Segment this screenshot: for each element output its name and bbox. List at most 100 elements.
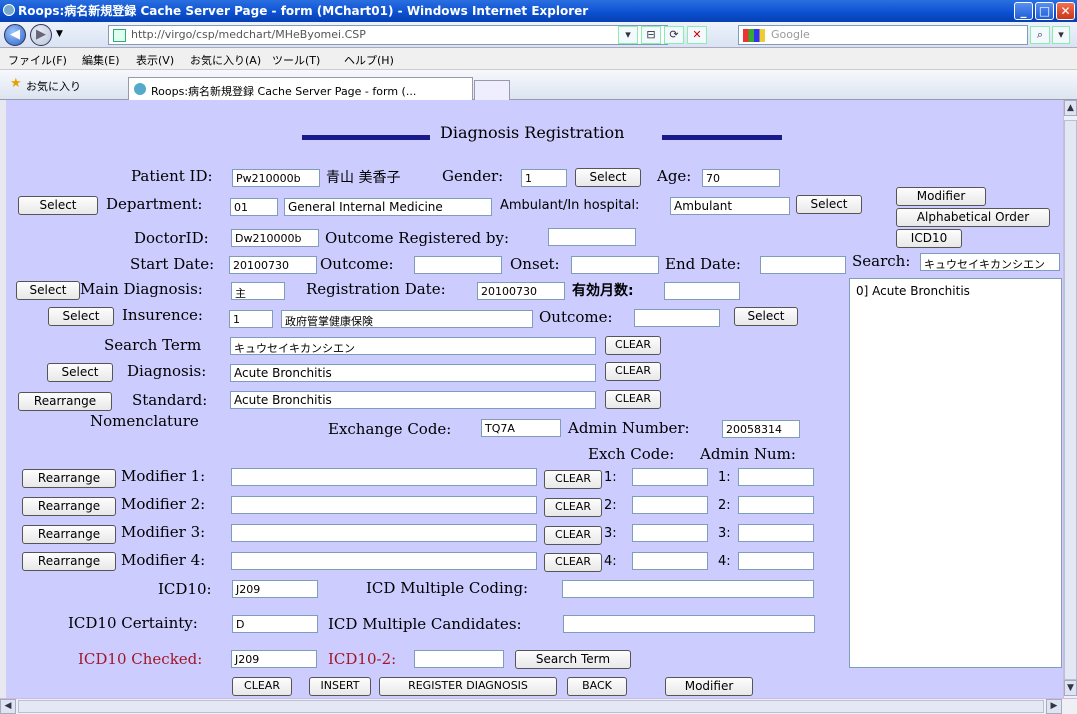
ambulant-field[interactable]: Ambulant bbox=[670, 197, 790, 215]
browser-tab[interactable]: Roops:病名新規登録 Cache Server Page - form (.… bbox=[128, 77, 473, 100]
menu-favorites[interactable]: お気に入り(A) bbox=[190, 52, 261, 68]
list-item[interactable]: 0] Acute Bronchitis bbox=[856, 284, 1055, 298]
menu-view[interactable]: 表示(V) bbox=[136, 52, 174, 68]
icd10-checked-field[interactable]: J209 bbox=[231, 650, 317, 668]
modifier-1-rearrange-button[interactable]: Rearrange bbox=[22, 469, 116, 488]
modifier-3-field[interactable] bbox=[231, 524, 537, 542]
horizontal-scrollbar[interactable]: ◀ ▶ bbox=[0, 698, 1077, 714]
minimize-icon[interactable]: _ bbox=[1014, 2, 1033, 20]
menu-tools[interactable]: ツール(T) bbox=[272, 52, 320, 68]
search-icon[interactable]: ⌕ bbox=[1030, 26, 1050, 44]
registration-date-field[interactable]: 20100730 bbox=[477, 282, 565, 300]
insurance-select-button[interactable]: Select bbox=[48, 307, 114, 326]
modifier-1-field[interactable] bbox=[231, 468, 537, 486]
scroll-right-icon[interactable]: ▶ bbox=[1046, 699, 1062, 714]
diagnosis-field[interactable]: Acute Bronchitis bbox=[230, 364, 596, 382]
vertical-scroll-thumb[interactable] bbox=[1064, 120, 1077, 680]
diagnosis-select-button[interactable]: Select bbox=[47, 363, 113, 382]
menu-edit[interactable]: 編集(E) bbox=[82, 52, 120, 68]
close-icon[interactable]: ✕ bbox=[1056, 2, 1075, 20]
department-code-field[interactable]: 01 bbox=[230, 198, 278, 216]
back-arrow-icon[interactable]: ◀ bbox=[4, 24, 26, 46]
icd10-certainty-field[interactable]: D bbox=[232, 615, 318, 633]
valid-months-field[interactable] bbox=[664, 282, 740, 300]
doctor-id-field[interactable]: Dw210000b bbox=[231, 229, 319, 247]
compat-view-icon[interactable]: ⊟ bbox=[641, 26, 661, 44]
insurance-name-field[interactable]: 政府管掌健康保険 bbox=[281, 310, 533, 328]
search-term-button[interactable]: Search Term bbox=[515, 650, 631, 669]
search-field[interactable]: キュウセイキカンシエン bbox=[920, 253, 1060, 271]
modifier-3-rearrange-button[interactable]: Rearrange bbox=[22, 525, 116, 544]
modifier-4-clear-button[interactable]: CLEAR bbox=[544, 553, 602, 572]
main-diagnosis-field[interactable]: 主 bbox=[231, 282, 285, 300]
scroll-up-icon[interactable]: ▲ bbox=[1064, 100, 1077, 116]
insert-button[interactable]: INSERT bbox=[309, 677, 371, 696]
patient-id-field[interactable]: Pw210000b bbox=[232, 169, 320, 187]
modifier-3-clear-button[interactable]: CLEAR bbox=[544, 526, 602, 545]
menu-help[interactable]: ヘルプ(H) bbox=[344, 52, 394, 68]
star-icon[interactable]: ★ bbox=[10, 76, 22, 91]
search-options-icon[interactable]: ▾ bbox=[1052, 26, 1070, 44]
modifier-4-exch-field[interactable] bbox=[632, 552, 708, 570]
maximize-icon[interactable]: □ bbox=[1035, 2, 1054, 20]
modifier-2-rearrange-button[interactable]: Rearrange bbox=[22, 497, 116, 516]
outcome-select-button[interactable]: Select bbox=[734, 307, 798, 326]
favorites-button[interactable]: お気に入り bbox=[26, 78, 81, 94]
search-term-clear-button[interactable]: CLEAR bbox=[605, 336, 661, 355]
modifier-3-admin-field[interactable] bbox=[738, 524, 814, 542]
clear-all-button[interactable]: CLEAR bbox=[232, 677, 292, 696]
search-results-list[interactable]: 0] Acute Bronchitis bbox=[849, 278, 1062, 668]
back-button[interactable]: BACK bbox=[567, 677, 627, 696]
web-search-input[interactable]: Google bbox=[738, 25, 1028, 45]
modifier-2-exch-field[interactable] bbox=[632, 496, 708, 514]
address-dropdown-icon[interactable]: ▾ bbox=[618, 26, 638, 44]
search-term-field[interactable]: キュウセイキカンシエン bbox=[230, 337, 596, 355]
modifier-4-field[interactable] bbox=[231, 552, 537, 570]
vertical-scrollbar[interactable]: ▲ ▼ bbox=[1063, 100, 1077, 698]
register-diagnosis-button[interactable]: REGISTER DIAGNOSIS bbox=[379, 677, 557, 696]
forward-arrow-icon[interactable]: ▶ bbox=[30, 24, 52, 46]
main-diagnosis-select-button[interactable]: Select bbox=[16, 281, 80, 300]
standard-rearrange-button[interactable]: Rearrange bbox=[18, 392, 112, 411]
insurance-outcome-field[interactable] bbox=[634, 309, 720, 327]
outcome-registered-field[interactable] bbox=[548, 228, 636, 246]
onset-field[interactable] bbox=[571, 256, 659, 274]
refresh-icon[interactable]: ⟳ bbox=[664, 26, 684, 44]
stop-icon[interactable]: ✕ bbox=[687, 26, 707, 44]
modifier-1-admin-field[interactable] bbox=[738, 468, 814, 486]
modifier-4-rearrange-button[interactable]: Rearrange bbox=[22, 552, 116, 571]
modifier-2-admin-field[interactable] bbox=[738, 496, 814, 514]
alphabetical-order-button[interactable]: Alphabetical Order bbox=[896, 208, 1050, 227]
start-date-field[interactable]: 20100730 bbox=[229, 256, 317, 274]
modifier-bottom-button[interactable]: Modifier bbox=[665, 677, 753, 696]
modifier-1-exch-field[interactable] bbox=[632, 468, 708, 486]
icd10-field[interactable]: J209 bbox=[232, 580, 318, 598]
standard-clear-button[interactable]: CLEAR bbox=[605, 390, 661, 409]
modifier-2-field[interactable] bbox=[231, 496, 537, 514]
modifier-2-clear-button[interactable]: CLEAR bbox=[544, 498, 602, 517]
department-select-button[interactable]: Select bbox=[18, 196, 98, 215]
modifier-1-clear-button[interactable]: CLEAR bbox=[544, 470, 602, 489]
modifier-4-admin-field[interactable] bbox=[738, 552, 814, 570]
icd10-2-field[interactable] bbox=[414, 650, 504, 668]
exchange-code-field[interactable]: TQ7A bbox=[481, 419, 561, 437]
department-name-field[interactable]: General Internal Medicine bbox=[284, 198, 492, 216]
scroll-left-icon[interactable]: ◀ bbox=[0, 699, 16, 714]
outcome-field[interactable] bbox=[414, 256, 502, 274]
icd10-button[interactable]: ICD10 bbox=[896, 229, 962, 248]
address-input[interactable]: http://virgo/csp/medchart/MHeByomei.CSP bbox=[108, 25, 668, 45]
age-field[interactable]: 70 bbox=[702, 169, 780, 187]
menu-file[interactable]: ファイル(F) bbox=[8, 52, 67, 68]
scroll-down-icon[interactable]: ▼ bbox=[1064, 680, 1077, 696]
ambulant-select-button[interactable]: Select bbox=[796, 195, 862, 214]
insurance-code-field[interactable]: 1 bbox=[229, 310, 273, 328]
modifier-3-exch-field[interactable] bbox=[632, 524, 708, 542]
admin-number-field[interactable]: 20058314 bbox=[722, 420, 800, 438]
gender-select-button[interactable]: Select bbox=[575, 168, 641, 187]
history-dropdown-icon[interactable]: ▼ bbox=[56, 29, 63, 39]
modifier-side-button[interactable]: Modifier bbox=[896, 187, 986, 206]
diagnosis-clear-button[interactable]: CLEAR bbox=[605, 362, 661, 381]
gender-field[interactable]: 1 bbox=[521, 169, 567, 187]
icd-multiple-candidates-field[interactable] bbox=[563, 615, 815, 633]
icd-multiple-coding-field[interactable] bbox=[562, 580, 814, 598]
